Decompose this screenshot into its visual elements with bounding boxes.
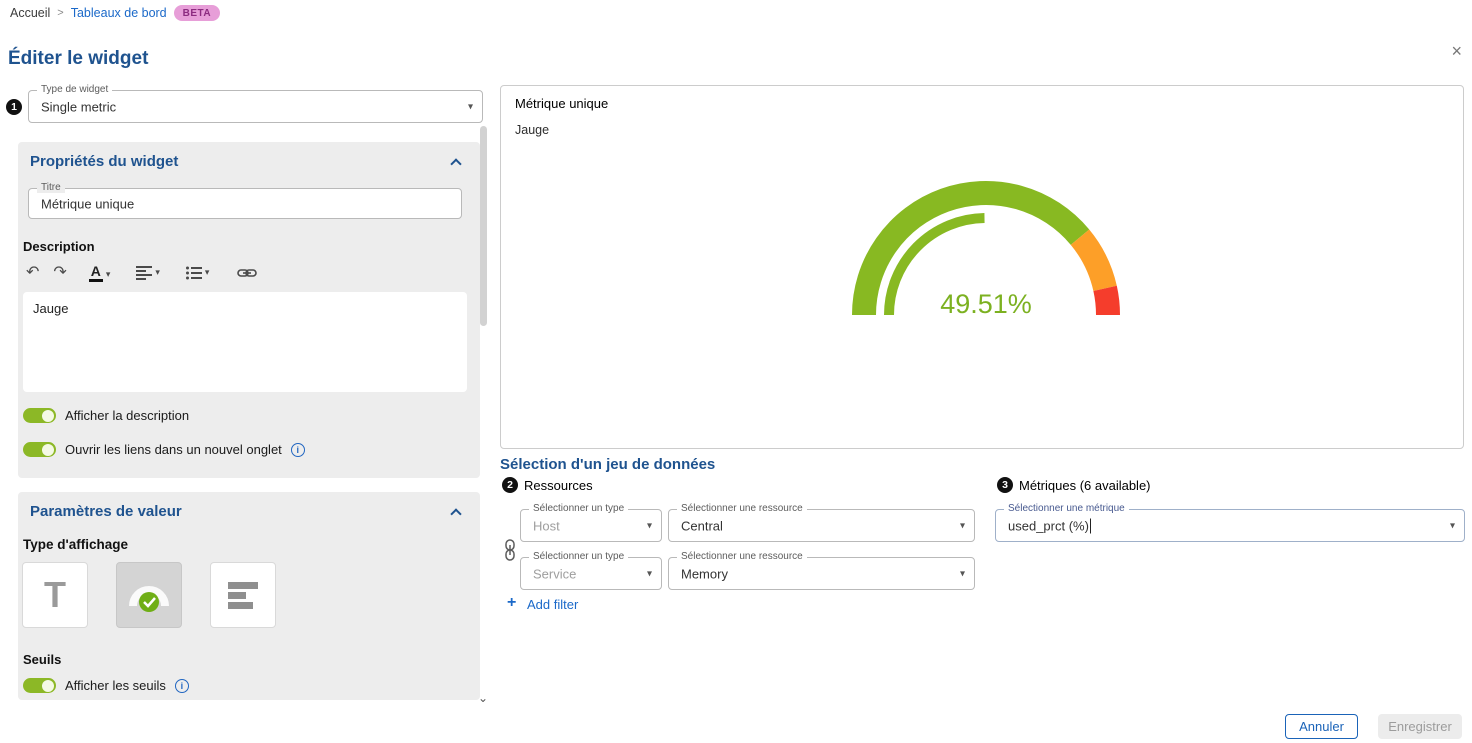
widget-type-select[interactable]: Type de widget Single metric ▾ bbox=[28, 90, 483, 123]
resource-select-1-value: Central bbox=[681, 518, 723, 533]
widget-type-select-label: Type de widget bbox=[37, 84, 112, 95]
metric-select-value: used_prct (%) bbox=[1008, 518, 1089, 533]
title-field[interactable]: Titre Métrique unique bbox=[28, 188, 462, 219]
description-label: Description bbox=[23, 239, 95, 254]
align-button[interactable]: ▾ bbox=[136, 266, 160, 280]
title-field-label: Titre bbox=[37, 182, 65, 193]
plus-icon[interactable]: + bbox=[507, 594, 516, 612]
show-thresholds-label: Afficher les seuils bbox=[65, 678, 166, 693]
list-button[interactable]: ▾ bbox=[186, 266, 210, 280]
show-thresholds-toggle[interactable] bbox=[23, 678, 56, 693]
resource-type-select-1-value: Host bbox=[533, 518, 560, 533]
metric-select-label: Sélectionner une métrique bbox=[1004, 503, 1129, 514]
title-field-value: Métrique unique bbox=[41, 196, 134, 211]
redo-icon[interactable]: ↷ bbox=[53, 265, 66, 281]
breadcrumb: Accueil > Tableaux de bord BETA bbox=[0, 0, 1472, 26]
dropdown-arrow-icon[interactable]: ▾ bbox=[1450, 520, 1455, 531]
preview-title: Métrique unique bbox=[515, 96, 608, 111]
thresholds-label: Seuils bbox=[23, 652, 61, 667]
resources-label: Ressources bbox=[524, 478, 593, 493]
show-thresholds-row: Afficher les seuils i bbox=[23, 678, 189, 693]
value-params-panel: Paramètres de valeur Type d'affichage T … bbox=[18, 492, 480, 700]
display-type-gauge-button[interactable] bbox=[116, 562, 182, 628]
dropdown-arrow-icon[interactable]: ▾ bbox=[960, 568, 965, 579]
align-left-icon bbox=[136, 266, 152, 280]
dropdown-arrow-icon[interactable]: ▾ bbox=[647, 520, 652, 531]
scroll-down-icon[interactable]: ⌄ bbox=[477, 692, 489, 704]
display-type-text-button[interactable]: T bbox=[22, 562, 88, 628]
undo-icon[interactable]: ↶ bbox=[26, 265, 39, 281]
widget-editor-screen: Accueil > Tableaux de bord BETA Éditer l… bbox=[0, 0, 1472, 743]
value-params-panel-title: Paramètres de valeur bbox=[30, 503, 182, 520]
open-links-row: Ouvrir les liens dans un nouvel onglet i bbox=[23, 442, 305, 457]
scrollbar-thumb[interactable] bbox=[480, 126, 487, 326]
bars-display-icon bbox=[226, 580, 260, 610]
link-icon[interactable] bbox=[237, 267, 257, 279]
display-type-bars-button[interactable] bbox=[210, 562, 276, 628]
resource-select-1[interactable]: Sélectionner une ressource Central ▾ bbox=[668, 509, 975, 542]
description-toolbar: ↶ ↷ A ▾ ▾ bbox=[26, 260, 257, 286]
resource-type-select-1[interactable]: Sélectionner un type Host ▾ bbox=[520, 509, 662, 542]
text-cursor bbox=[1090, 518, 1092, 533]
dropdown-arrow-icon[interactable]: ▾ bbox=[647, 568, 652, 579]
step-3-badge: 3 bbox=[997, 477, 1013, 493]
widget-preview: Métrique unique Jauge 49.51% bbox=[500, 85, 1464, 449]
dropdown-arrow-icon[interactable]: ▾ bbox=[468, 101, 473, 112]
info-icon[interactable]: i bbox=[175, 679, 189, 693]
widget-type-select-value: Single metric bbox=[41, 99, 116, 114]
gauge-segment-warning bbox=[1080, 237, 1105, 288]
dataset-section-title: Sélection d'un jeu de données bbox=[500, 456, 715, 473]
breadcrumb-home-link[interactable]: Accueil bbox=[10, 6, 50, 20]
metric-select[interactable]: Sélectionner une métrique used_prct (%) … bbox=[995, 509, 1465, 542]
breadcrumb-dashboards-link[interactable]: Tableaux de bord bbox=[71, 6, 167, 20]
display-type-label: Type d'affichage bbox=[23, 537, 128, 552]
page-title: Éditer le widget bbox=[8, 48, 148, 70]
collapse-chevron-icon[interactable] bbox=[450, 158, 461, 169]
step-2-badge: 2 bbox=[502, 477, 518, 493]
link-rows-icon bbox=[503, 539, 517, 561]
add-filter-link[interactable]: Add filter bbox=[527, 597, 578, 612]
dropdown-arrow-icon[interactable]: ▾ bbox=[960, 520, 965, 531]
caret-down-icon: ▾ bbox=[205, 267, 210, 280]
show-description-label: Afficher la description bbox=[65, 408, 189, 423]
step-1-badge: 1 bbox=[6, 99, 22, 115]
collapse-chevron-icon[interactable] bbox=[450, 508, 461, 519]
resource-select-1-label: Sélectionner une ressource bbox=[677, 503, 807, 514]
resource-type-select-2[interactable]: Sélectionner un type Service ▾ bbox=[520, 557, 662, 590]
left-panel-scrollbar[interactable]: ⌄ bbox=[477, 86, 489, 704]
cancel-button[interactable]: Annuler bbox=[1285, 714, 1358, 739]
save-button[interactable]: Enregistrer bbox=[1378, 714, 1462, 739]
info-icon[interactable]: i bbox=[291, 443, 305, 457]
gauge-display-icon bbox=[126, 576, 172, 614]
show-description-row: Afficher la description bbox=[23, 408, 189, 423]
caret-down-icon: ▾ bbox=[155, 267, 160, 280]
description-editor[interactable]: Jauge bbox=[23, 292, 467, 392]
metrics-label: Métriques (6 available) bbox=[1019, 478, 1151, 493]
properties-panel: Propriétés du widget Titre Métrique uniq… bbox=[18, 142, 480, 478]
text-color-button[interactable]: A ▾ bbox=[89, 264, 111, 282]
resource-select-2[interactable]: Sélectionner une ressource Memory ▾ bbox=[668, 557, 975, 590]
close-icon[interactable]: × bbox=[1451, 42, 1462, 60]
resource-type-select-2-label: Sélectionner un type bbox=[529, 551, 628, 562]
text-color-icon: A bbox=[89, 264, 103, 282]
preview-subtitle: Jauge bbox=[515, 123, 549, 137]
caret-down-icon: ▾ bbox=[106, 269, 111, 282]
resource-type-select-1-label: Sélectionner un type bbox=[529, 503, 628, 514]
bulleted-list-icon bbox=[186, 266, 202, 280]
gauge-value-label: 49.51% bbox=[821, 289, 1151, 320]
resource-type-select-2-value: Service bbox=[533, 566, 576, 581]
show-description-toggle[interactable] bbox=[23, 408, 56, 423]
open-links-toggle[interactable] bbox=[23, 442, 56, 457]
resource-select-2-value: Memory bbox=[681, 566, 728, 581]
resource-select-2-label: Sélectionner une ressource bbox=[677, 551, 807, 562]
breadcrumb-separator-icon: > bbox=[57, 7, 63, 19]
text-display-icon: T bbox=[44, 577, 66, 613]
properties-panel-title: Propriétés du widget bbox=[30, 153, 178, 170]
open-links-label: Ouvrir les liens dans un nouvel onglet bbox=[65, 442, 282, 457]
beta-badge: BETA bbox=[174, 5, 220, 21]
